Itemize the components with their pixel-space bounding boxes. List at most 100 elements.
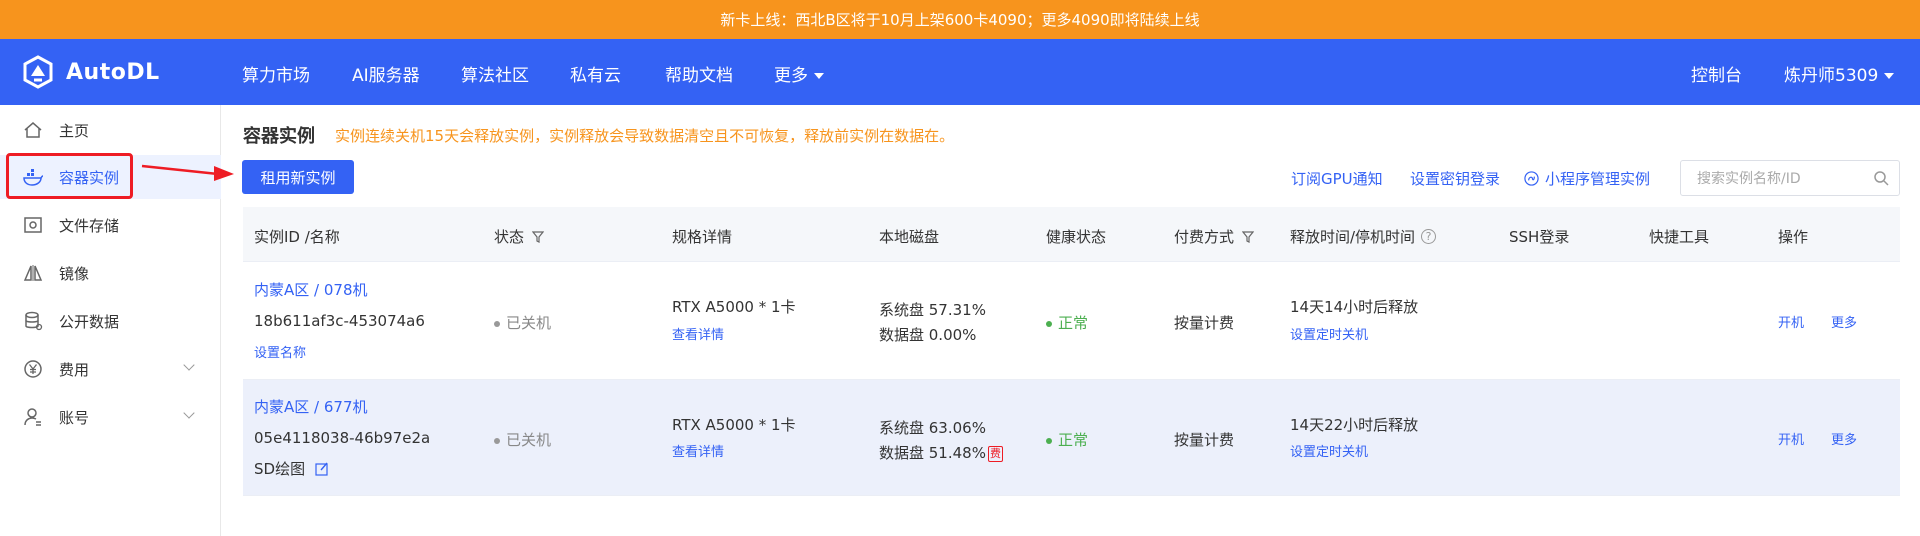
home-icon xyxy=(22,119,44,141)
health-text: 正常 xyxy=(1058,431,1089,449)
view-details-link[interactable]: 查看详情 xyxy=(672,324,724,343)
storage-icon xyxy=(22,214,44,236)
search-placeholder: 搜索实例名称/ID xyxy=(1697,171,1801,187)
instance-id: 05e4118038-46b97e2a xyxy=(254,429,431,447)
image-icon xyxy=(22,262,44,284)
power-on-button[interactable]: 开机 xyxy=(1778,429,1804,448)
table-row: 内蒙A区 / 078机 18b611af3c-453074a6 设置名称 已关机… xyxy=(243,262,1900,380)
nav-algorithm-community[interactable]: 算法社区 xyxy=(461,61,529,86)
health-text: 正常 xyxy=(1058,314,1089,332)
page-title: 容器实例 xyxy=(243,126,315,147)
table-row: 内蒙A区 / 677机 05e4118038-46b97e2a SD绘图 已关机… xyxy=(243,380,1900,496)
annotation-highlight-box xyxy=(6,153,133,199)
status-badge: 已关机 xyxy=(494,312,551,333)
nav-console[interactable]: 控制台 xyxy=(1691,61,1742,86)
nav-private-cloud[interactable]: 私有云 xyxy=(570,61,621,86)
set-shutdown-link[interactable]: 设置定时关机 xyxy=(1290,441,1368,460)
user-menu[interactable]: 炼丹师5309 xyxy=(1784,61,1895,86)
chevron-down-icon xyxy=(183,359,195,371)
instance-table-header: 实例ID /名称 状态 规格详情 本地磁盘 健康状态 付费方式 释放时间/停机时… xyxy=(243,207,1900,262)
instance-region-link[interactable]: 内蒙A区 / 078机 xyxy=(254,279,367,300)
chevron-down-icon xyxy=(1884,73,1895,79)
sidebar-item-label: 镜像 xyxy=(59,264,90,283)
yen-icon xyxy=(22,358,44,380)
billing-method: 按量计费 xyxy=(1174,431,1235,449)
release-time: 14天22小时后释放 xyxy=(1290,416,1419,434)
user-name: 炼丹师5309 xyxy=(1784,66,1879,86)
disk-data-text: 数据盘 51.48% xyxy=(879,444,986,462)
col-ssh-login: SSH登录 xyxy=(1509,228,1570,246)
chevron-down-icon xyxy=(814,73,824,79)
fee-badge: 费 xyxy=(987,445,1003,462)
status-text: 已关机 xyxy=(506,431,552,449)
col-release-label: 释放时间/停机时间 xyxy=(1290,228,1416,246)
col-billing-label: 付费方式 xyxy=(1174,228,1235,246)
sidebar-item-images[interactable]: 镜像 xyxy=(0,251,221,295)
announcement-banner[interactable]: 新卡上线：西北B区将于10月上架600卡4090；更多4090即将陆续上线 xyxy=(0,0,1920,39)
help-icon[interactable]: ? xyxy=(1421,229,1437,244)
col-release-time: 释放时间/停机时间? xyxy=(1290,226,1437,247)
key-login-link[interactable]: 设置密钥登录 xyxy=(1410,168,1500,189)
col-status-label: 状态 xyxy=(494,228,525,246)
nav-ai-server[interactable]: AI服务器 xyxy=(352,61,420,86)
set-name-link[interactable]: 设置名称 xyxy=(254,342,306,361)
col-status[interactable]: 状态 xyxy=(494,226,545,247)
nav-compute-market[interactable]: 算力市场 xyxy=(242,61,310,86)
sidebar-item-account[interactable]: 账号 xyxy=(0,395,221,439)
instance-region-link[interactable]: 内蒙A区 / 677机 xyxy=(254,396,367,417)
col-spec: 规格详情 xyxy=(672,228,733,246)
sidebar-item-file-storage[interactable]: 文件存储 xyxy=(0,203,221,247)
disk-system: 系统盘 57.31% xyxy=(879,301,986,319)
status-dot xyxy=(494,437,500,444)
rent-new-instance-button[interactable]: 租用新实例 xyxy=(242,160,354,194)
nav-more[interactable]: 更多 xyxy=(774,61,824,86)
sidebar-item-public-data[interactable]: 公开数据 xyxy=(0,299,221,343)
billing-method: 按量计费 xyxy=(1174,314,1235,332)
release-time: 14天14小时后释放 xyxy=(1290,298,1419,316)
filter-icon[interactable] xyxy=(1242,230,1255,243)
col-health: 健康状态 xyxy=(1046,228,1107,246)
col-quick-tools: 快捷工具 xyxy=(1649,228,1710,246)
autodl-logo[interactable]: AutoDL xyxy=(20,53,160,91)
nav-help-docs[interactable]: 帮助文档 xyxy=(665,61,733,86)
health-dot xyxy=(1046,437,1052,444)
instance-search-input[interactable]: 搜索实例名称/ID xyxy=(1680,160,1900,196)
user-icon xyxy=(22,406,44,428)
view-details-link[interactable]: 查看详情 xyxy=(672,441,724,460)
status-text: 已关机 xyxy=(506,314,552,332)
disk-data: 数据盘 0.00% xyxy=(879,326,977,344)
nav-more-label: 更多 xyxy=(774,66,808,86)
sidebar-item-billing[interactable]: 费用 xyxy=(0,347,221,391)
disk-data: 数据盘 51.48% 费 xyxy=(879,442,1003,463)
sidebar-item-label: 账号 xyxy=(59,408,90,427)
more-actions-button[interactable]: 更多 xyxy=(1831,312,1857,331)
sidebar-item-label: 费用 xyxy=(59,360,90,379)
instance-id: 18b611af3c-453074a6 xyxy=(254,312,425,330)
set-shutdown-link[interactable]: 设置定时关机 xyxy=(1290,324,1368,343)
more-actions-button[interactable]: 更多 xyxy=(1831,429,1857,448)
main-content: 容器实例 实例连续关机15天会释放实例，实例释放会导致数据清空且不可恢复，释放前… xyxy=(221,105,1920,536)
sidebar-item-label: 主页 xyxy=(59,121,90,140)
release-warning-text: 实例连续关机15天会释放实例，实例释放会导致数据清空且不可恢复，释放前实例在数据… xyxy=(335,127,955,145)
health-status: 正常 xyxy=(1046,429,1088,450)
search-icon[interactable] xyxy=(1873,170,1889,186)
spec-text: RTX A5000 * 1卡 xyxy=(672,416,796,434)
health-status: 正常 xyxy=(1046,312,1088,333)
disk-system: 系统盘 63.06% xyxy=(879,419,986,437)
brand-name: AutoDL xyxy=(66,59,160,85)
power-on-button[interactable]: 开机 xyxy=(1778,312,1804,331)
mini-program-link[interactable]: 小程序管理实例 xyxy=(1524,168,1650,189)
filter-icon[interactable] xyxy=(532,230,545,243)
status-badge: 已关机 xyxy=(494,429,551,450)
announcement-text[interactable]: 新卡上线：西北B区将于10月上架600卡4090；更多4090即将陆续上线 xyxy=(720,9,1199,30)
gpu-notify-link[interactable]: 订阅GPU通知 xyxy=(1291,168,1383,189)
col-actions: 操作 xyxy=(1778,228,1809,246)
sidebar-item-home[interactable]: 主页 xyxy=(0,108,221,152)
instance-name: SD绘图 xyxy=(254,458,329,479)
sidebar-item-label: 公开数据 xyxy=(59,312,120,331)
col-instance-id: 实例ID /名称 xyxy=(254,228,340,246)
autodl-logo-icon xyxy=(23,55,53,89)
col-billing[interactable]: 付费方式 xyxy=(1174,226,1255,247)
spec-text: RTX A5000 * 1卡 xyxy=(672,298,796,316)
edit-icon[interactable] xyxy=(315,462,329,476)
